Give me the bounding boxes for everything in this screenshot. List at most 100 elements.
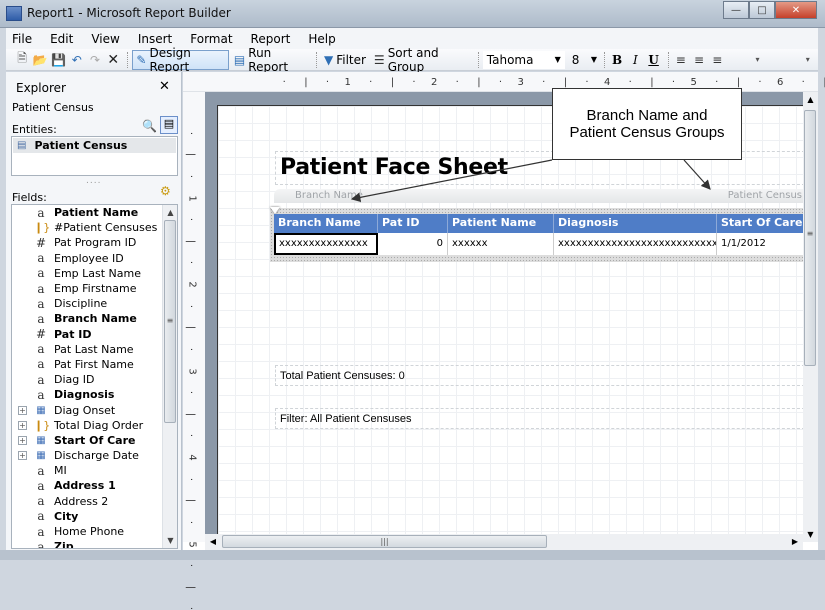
fields-scrollbar[interactable]: ▲ ≡ ▼ xyxy=(162,205,177,548)
chevron-down-icon: ▼ xyxy=(590,55,598,64)
menu-format[interactable]: Format xyxy=(190,32,232,46)
scroll-down-icon[interactable]: ▼ xyxy=(803,527,818,542)
maximize-button[interactable]: □ xyxy=(749,1,775,19)
undo-icon[interactable]: ↶ xyxy=(69,51,85,69)
minimize-button[interactable]: — xyxy=(723,1,749,19)
field-item[interactable]: a Home Phone xyxy=(12,524,162,539)
menu-help[interactable]: Help xyxy=(308,32,335,46)
field-item[interactable]: + ▦ Diag Onset xyxy=(12,402,162,417)
field-label: City xyxy=(54,509,79,523)
row-group-patient-census[interactable]: Patient Census xyxy=(728,190,802,201)
table-cell[interactable]: xxxxxxxxxxxxxxxxxxxxxxxxxxxxxx xyxy=(554,233,717,255)
field-item[interactable]: a Address 1 xyxy=(12,478,162,493)
field-item[interactable]: a Discipline xyxy=(12,296,162,311)
menu-report[interactable]: Report xyxy=(251,32,291,46)
column-header[interactable]: Start Of Care xyxy=(717,214,815,233)
font-name-select[interactable]: Tahoma ▼ xyxy=(482,50,565,69)
run-report-button[interactable]: ▤ Run Report xyxy=(231,46,310,74)
align-center-icon[interactable]: ≡ xyxy=(691,51,707,69)
align-left-icon[interactable]: ≡ xyxy=(673,51,689,69)
menu-edit[interactable]: Edit xyxy=(50,32,73,46)
toolbar-options-icon[interactable]: ▾ xyxy=(800,51,816,69)
design-report-button[interactable]: ✎ Design Report xyxy=(132,46,229,74)
open-icon[interactable]: 📂 xyxy=(32,51,48,69)
scroll-up-icon[interactable]: ▲ xyxy=(803,92,818,107)
table-cell[interactable]: 0 xyxy=(378,233,448,255)
report-canvas[interactable]: Patient Face Sheet Branch Name Patient C… xyxy=(217,105,815,542)
entity-item[interactable]: ▤ Patient Census xyxy=(13,138,176,153)
field-item[interactable]: a Pat First Name xyxy=(12,357,162,372)
column-header[interactable]: Branch Name xyxy=(274,214,378,233)
add-field-icon[interactable]: ⚙ xyxy=(160,184,171,198)
scroll-thumb[interactable]: ≡ xyxy=(164,220,176,423)
total-textbox[interactable]: Total Patient Censuses: 0 xyxy=(275,365,815,386)
font-size-select[interactable]: 8 ▼ xyxy=(569,51,600,69)
field-item[interactable]: # Pat ID xyxy=(12,327,162,342)
field-item[interactable]: ❙} #Patient Censuses xyxy=(12,220,162,235)
field-item[interactable]: a MI xyxy=(12,463,162,478)
save-icon[interactable]: 💾 xyxy=(50,51,66,69)
field-item[interactable]: a Diag ID xyxy=(12,372,162,387)
column-header[interactable]: Patient Name xyxy=(448,214,554,233)
close-button[interactable]: ✕ xyxy=(775,1,817,19)
entity-view-icon[interactable]: ▤ xyxy=(160,116,178,134)
scroll-up-icon[interactable]: ▲ xyxy=(163,205,177,220)
field-item[interactable]: a Zip xyxy=(12,539,162,548)
field-item[interactable]: + ▦ Start Of Care xyxy=(12,433,162,448)
field-label: Address 2 xyxy=(54,494,109,508)
ruler-tick: · xyxy=(185,434,197,438)
field-item[interactable]: a Pat Last Name xyxy=(12,342,162,357)
report-table[interactable]: Branch Name Pat ID Patient Name Diagnosi… xyxy=(270,207,815,262)
toolbar-overflow-icon[interactable]: ▾ xyxy=(749,51,765,69)
column-header[interactable]: Diagnosis xyxy=(554,214,717,233)
field-label: Diag ID xyxy=(54,373,95,387)
expand-icon[interactable]: + xyxy=(18,435,27,445)
table-cell[interactable]: xxxxxx xyxy=(448,233,554,255)
table-handle-icon[interactable] xyxy=(270,207,280,214)
underline-button[interactable]: U xyxy=(645,53,661,67)
field-item[interactable]: a City xyxy=(12,509,162,524)
field-item[interactable]: a Diagnosis xyxy=(12,387,162,402)
design-horizontal-scrollbar[interactable]: ◀ ||| ▶ xyxy=(205,534,803,550)
new-icon[interactable]: 🗎 xyxy=(14,51,30,69)
expand-icon[interactable]: + xyxy=(18,420,27,430)
field-item[interactable]: a Emp Last Name xyxy=(12,266,162,281)
field-item[interactable]: # Pat Program ID xyxy=(12,235,162,250)
align-right-icon[interactable]: ≡ xyxy=(709,51,725,69)
scroll-left-icon[interactable]: ◀ xyxy=(205,534,221,550)
filter-button[interactable]: ▼ Filter xyxy=(321,50,369,70)
expand-icon[interactable]: + xyxy=(18,405,27,415)
delete-icon[interactable]: ✕ xyxy=(105,51,121,69)
text-field-icon: a xyxy=(37,372,45,387)
table-cell-selected[interactable]: xxxxxxxxxxxxxxx xyxy=(274,233,378,255)
fields-list-items: a Patient Name ❙} #Patient Censuses # Pat Pro… xyxy=(12,205,162,548)
field-item[interactable]: a Address 2 xyxy=(12,494,162,509)
row-group-branch[interactable]: Branch Name xyxy=(295,190,363,201)
field-item[interactable]: + ▦ Discharge Date xyxy=(12,448,162,463)
menu-insert[interactable]: Insert xyxy=(138,32,172,46)
redo-icon[interactable]: ↷ xyxy=(87,51,103,69)
sort-group-button[interactable]: ☰ Sort and Group xyxy=(371,46,472,74)
field-item[interactable]: a Patient Name xyxy=(12,205,162,220)
field-item[interactable]: a Branch Name xyxy=(12,311,162,326)
field-label: Diag Onset xyxy=(54,403,116,417)
menu-view[interactable]: View xyxy=(91,32,119,46)
scroll-thumb[interactable]: ||| xyxy=(222,535,547,548)
field-item[interactable]: a Emp Firstname xyxy=(12,281,162,296)
field-item[interactable]: + ❙} Total Diag Order xyxy=(12,418,162,433)
filter-textbox[interactable]: Filter: All Patient Censuses xyxy=(275,408,815,429)
scroll-down-icon[interactable]: ▼ xyxy=(163,533,177,548)
table-cell[interactable]: 1/1/2012 xyxy=(717,233,815,255)
menu-file[interactable]: File xyxy=(12,32,32,46)
search-icon[interactable]: 🔍 xyxy=(142,119,157,133)
splitter-grip[interactable]: .... xyxy=(86,176,101,186)
italic-button[interactable]: I xyxy=(627,53,643,67)
design-vertical-scrollbar[interactable]: ▲ ≡ ▼ xyxy=(803,92,818,542)
scroll-right-icon[interactable]: ▶ xyxy=(787,534,803,550)
bold-button[interactable]: B xyxy=(609,53,625,67)
expand-icon[interactable]: + xyxy=(18,451,27,461)
close-icon[interactable]: ✕ xyxy=(159,79,170,94)
field-item[interactable]: a Employee ID xyxy=(12,251,162,266)
column-header[interactable]: Pat ID xyxy=(378,214,448,233)
scroll-thumb[interactable]: ≡ xyxy=(804,110,816,366)
